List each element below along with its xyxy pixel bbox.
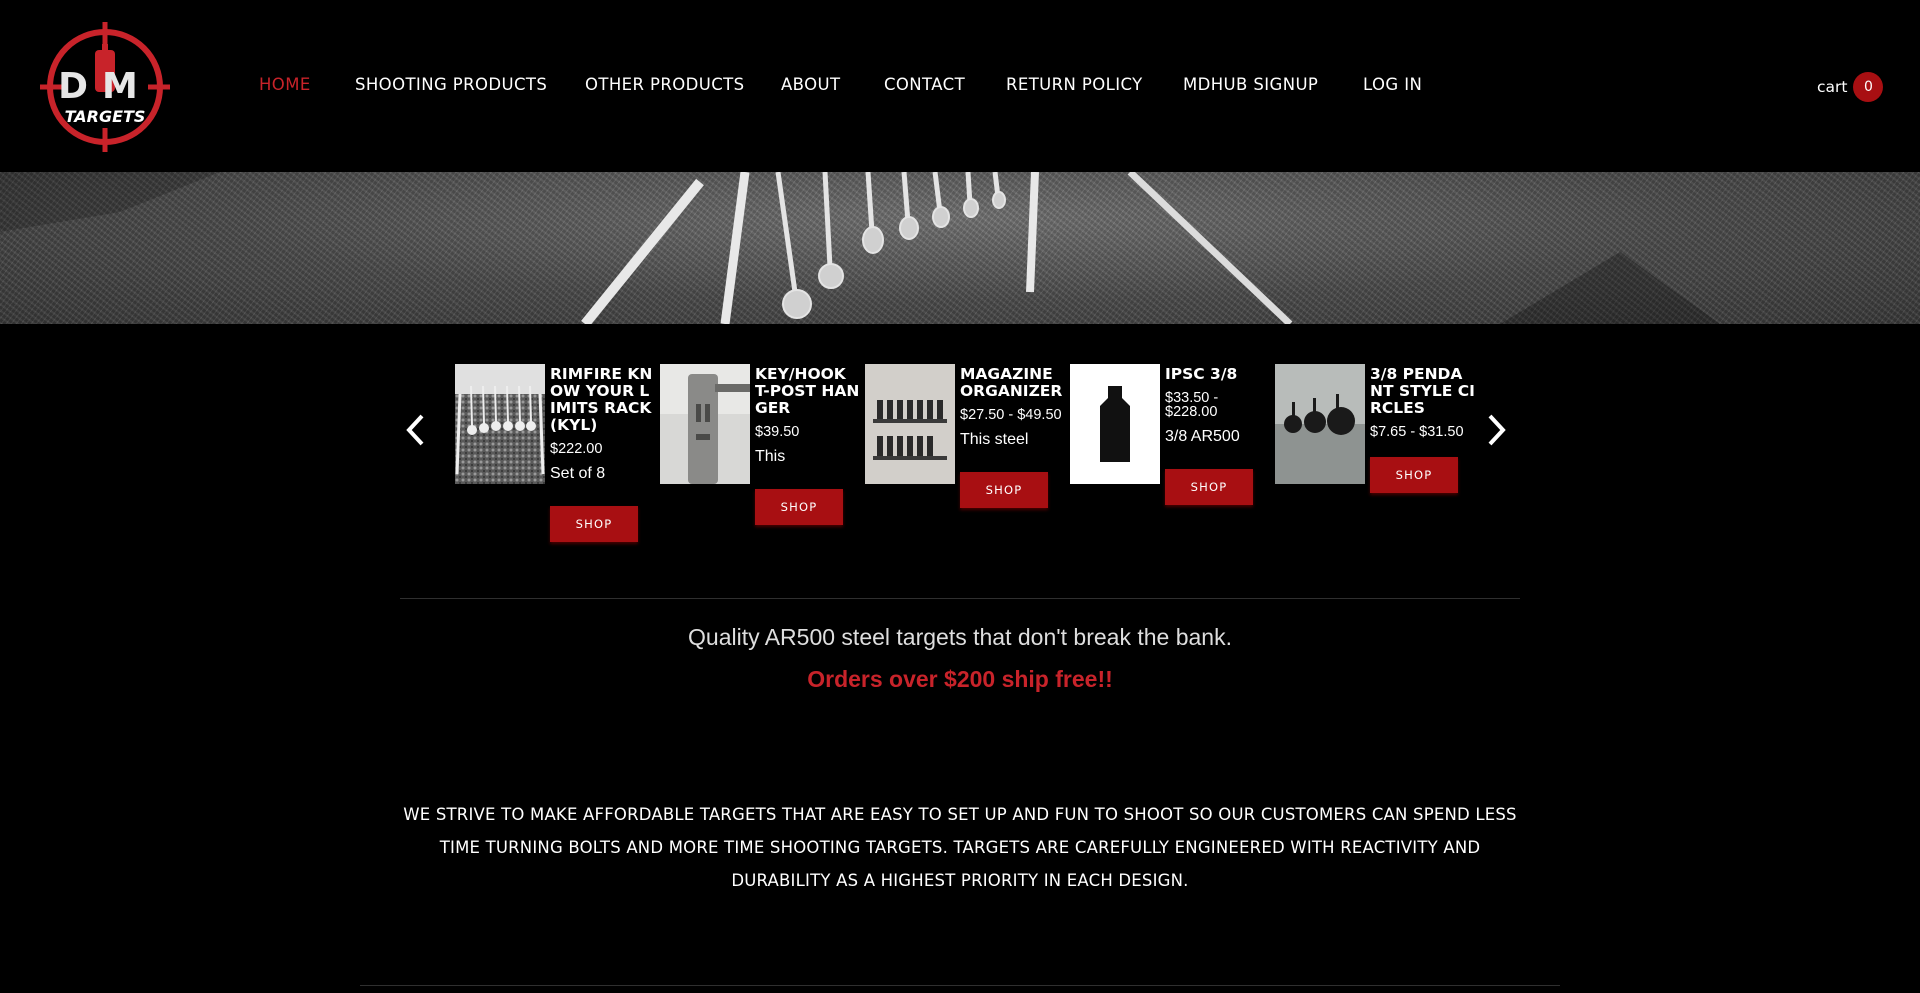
product-price: $7.65 - $31.50 <box>1370 424 1464 440</box>
shop-button[interactable]: SHOP <box>755 489 843 525</box>
product-description: This <box>755 443 860 471</box>
nav-item-log-in[interactable]: LOG IN <box>1363 75 1422 94</box>
product-card: MAGAZINE ORGANIZER $27.50 - $49.50 This … <box>865 364 1065 594</box>
logo-bottom-text: TARGETS <box>65 107 146 126</box>
nav-item-return-policy[interactable]: RETURN POLICY <box>1006 75 1143 94</box>
product-card: KEY/HOOK T-POST HANGER $39.50 This SHOP <box>660 364 860 594</box>
nav-item-other-products[interactable]: OTHER PRODUCTS <box>585 75 744 94</box>
nav-item-shooting-products[interactable]: SHOOTING PRODUCTS <box>355 75 547 94</box>
product-price: $27.50 - $49.50 <box>960 407 1062 423</box>
target-rack-photo <box>0 172 1720 324</box>
product-name[interactable]: 3/8 PENDANT STYLE CIRCLES <box>1370 366 1475 417</box>
shop-button[interactable]: SHOP <box>960 472 1048 508</box>
product-card: IPSC 3/8 $33.50 - $228.00 3/8 AR500 SHOP <box>1070 364 1270 594</box>
tagline: Quality AR500 steel targets that don't b… <box>688 624 1232 650</box>
nav-item-contact[interactable]: CONTACT <box>884 75 965 94</box>
product-carousel: RIMFIRE KNOW YOUR LIMITS RACK (KYL) $222… <box>400 340 1520 580</box>
hero-banner-image <box>0 172 1920 324</box>
shop-button[interactable]: SHOP <box>550 506 638 542</box>
product-name[interactable]: KEY/HOOK T-POST HANGER <box>755 366 860 417</box>
carousel-prev-button[interactable] <box>400 408 430 452</box>
carousel-next-button[interactable] <box>1482 408 1512 452</box>
nav-item-home[interactable]: HOME <box>259 75 311 94</box>
product-description: 3/8 AR500 <box>1165 423 1270 451</box>
shop-button[interactable]: SHOP <box>1370 457 1458 493</box>
product-image[interactable] <box>1070 364 1160 484</box>
product-price: $39.50 <box>755 424 800 440</box>
chevron-left-icon <box>406 414 424 446</box>
product-image[interactable] <box>1275 364 1365 484</box>
section-divider <box>400 598 1520 599</box>
product-name[interactable]: RIMFIRE KNOW YOUR LIMITS RACK (KYL) <box>550 366 655 434</box>
mission-statement: WE STRIVE TO MAKE AFFORDABLE TARGETS THA… <box>403 805 1517 890</box>
product-price: $33.50 - $228.00 <box>1165 390 1219 420</box>
site-header: DM TARGETS HOME SHOOTING PRODUCTS OTHER … <box>0 0 1920 172</box>
product-price: $222.00 <box>550 441 603 457</box>
nav-item-about[interactable]: ABOUT <box>781 75 840 94</box>
product-image[interactable] <box>455 364 545 484</box>
product-description: This steel <box>960 426 1065 454</box>
product-card: 3/8 PENDANT STYLE CIRCLES $7.65 - $31.50… <box>1275 364 1475 594</box>
product-description: Set of 8 AR500 <box>550 460 655 488</box>
footer-divider <box>360 985 1560 986</box>
product-name[interactable]: IPSC 3/8 <box>1165 366 1270 383</box>
cart-count-badge: 0 <box>1853 72 1884 102</box>
product-image[interactable] <box>660 364 750 484</box>
main-nav: HOME SHOOTING PRODUCTS OTHER PRODUCTS AB… <box>0 75 1500 97</box>
free-shipping-promo: Orders over $200 ship free!! <box>807 666 1113 692</box>
product-name[interactable]: MAGAZINE ORGANIZER <box>960 366 1065 400</box>
cart-link[interactable]: cart 0 <box>1817 72 1884 102</box>
product-card: RIMFIRE KNOW YOUR LIMITS RACK (KYL) $222… <box>455 364 655 594</box>
cart-label: cart <box>1817 78 1848 96</box>
nav-item-mdhub-signup[interactable]: MDHUB SIGNUP <box>1183 75 1318 94</box>
product-image[interactable] <box>865 364 955 484</box>
chevron-right-icon <box>1488 414 1506 446</box>
shop-button[interactable]: SHOP <box>1165 469 1253 505</box>
